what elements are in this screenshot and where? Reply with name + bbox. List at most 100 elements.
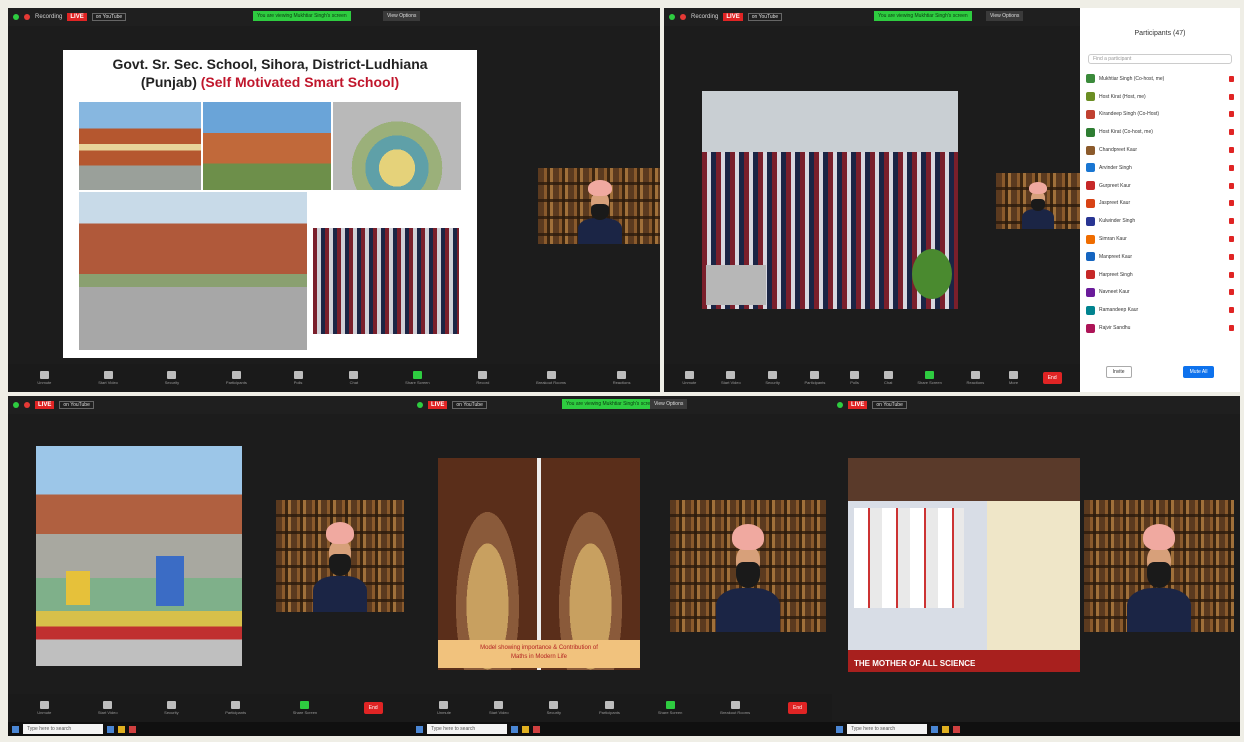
muted-microphone-icon[interactable] [1229, 164, 1234, 171]
participant-row[interactable]: Manpreet Kaur [1080, 248, 1240, 266]
participant-row[interactable]: Kirandeep Singh (Co-Host) [1080, 106, 1240, 124]
participant-row[interactable]: Host Kirat (Co-host, me) [1080, 123, 1240, 141]
reactions-button[interactable]: Reactions [613, 371, 630, 385]
participant-row[interactable]: Ramandeep Kaur [1080, 301, 1240, 319]
taskbar-app-icon[interactable] [533, 725, 540, 733]
chat-button[interactable]: Chat [883, 371, 893, 385]
view-options-button[interactable]: View Options [383, 11, 421, 21]
youtube-badge[interactable]: on YouTube [452, 401, 487, 409]
taskbar-app-icon[interactable] [107, 725, 114, 733]
participants-button[interactable]: Participants [599, 701, 620, 715]
live-badge[interactable]: LIVE [848, 401, 868, 409]
start-video-button[interactable]: Start Video [98, 701, 118, 715]
live-badge[interactable]: LIVE [723, 13, 743, 21]
folder-icon[interactable] [942, 725, 949, 733]
folder-icon[interactable] [118, 725, 125, 733]
taskbar-search-input[interactable]: Type here to search [847, 724, 927, 734]
muted-microphone-icon[interactable] [1229, 111, 1234, 118]
taskbar-search-input[interactable]: Type here to search [427, 724, 507, 734]
avatar [1086, 198, 1095, 208]
breakout-rooms-button[interactable]: Breakout Rooms [720, 701, 750, 715]
start-video-button[interactable]: Start Video [98, 371, 118, 385]
muted-microphone-icon[interactable] [1229, 325, 1234, 332]
participant-row[interactable]: Harpreet Singh [1080, 266, 1240, 284]
end-meeting-button[interactable]: End [788, 702, 807, 714]
share-screen-button[interactable]: Share Screen [917, 371, 942, 385]
share-screen-button[interactable]: Share Screen [658, 701, 682, 715]
youtube-badge[interactable]: on YouTube [91, 13, 127, 21]
mute-all-button[interactable]: Mute All [1182, 366, 1215, 378]
youtube-badge[interactable]: on YouTube [747, 13, 783, 21]
taskbar-app-icon[interactable] [953, 725, 960, 733]
muted-microphone-icon[interactable] [1229, 218, 1234, 225]
participant-row[interactable]: Gurpreet Kaur [1080, 177, 1240, 195]
reactions-button[interactable]: Reactions [966, 371, 984, 385]
live-badge[interactable]: LIVE [428, 401, 448, 409]
muted-microphone-icon[interactable] [1229, 253, 1234, 260]
shield-icon [166, 701, 176, 709]
participants-button[interactable]: Participants [804, 371, 825, 385]
participant-row[interactable]: Navneet Kaur [1080, 284, 1240, 302]
record-button[interactable]: Record [476, 371, 489, 385]
live-badge[interactable]: LIVE [67, 13, 87, 21]
participant-row[interactable]: Mukhtiar Singh (Co-host, me) [1080, 70, 1240, 88]
chat-button[interactable]: Chat [349, 371, 359, 385]
muted-microphone-icon[interactable] [1229, 93, 1234, 100]
muted-microphone-icon[interactable] [1229, 129, 1234, 136]
unmute-button[interactable]: Unmute [682, 371, 696, 385]
participant-row[interactable]: Jaspreet Kaur [1080, 195, 1240, 213]
participant-row[interactable]: Simran Kaur [1080, 230, 1240, 248]
youtube-badge[interactable]: on YouTube [59, 401, 94, 409]
security-button[interactable]: Security [165, 371, 179, 385]
participants-button[interactable]: Participants [225, 701, 246, 715]
muted-microphone-icon[interactable] [1229, 75, 1234, 82]
taskbar-app-icon[interactable] [129, 725, 136, 733]
caption-line2: Maths in Modern Life [510, 654, 568, 660]
muted-microphone-icon[interactable] [1229, 289, 1234, 296]
folder-icon[interactable] [522, 725, 529, 733]
muted-microphone-icon[interactable] [1229, 147, 1234, 154]
participants-button[interactable]: Participants [226, 371, 247, 385]
participant-row[interactable]: Host Kirat (Host, me) [1080, 88, 1240, 106]
windows-start-icon[interactable] [416, 725, 423, 733]
taskbar-app-icon[interactable] [511, 725, 518, 733]
unmute-button[interactable]: Unmute [37, 371, 51, 385]
muted-microphone-icon[interactable] [1229, 236, 1234, 243]
share-screen-button[interactable]: Share Screen [293, 701, 317, 715]
youtube-badge[interactable]: on YouTube [872, 401, 907, 409]
unmute-button[interactable]: Unmute [437, 701, 451, 715]
start-video-button[interactable]: Start Video [721, 371, 741, 385]
share-screen-button[interactable]: Share Screen [405, 371, 430, 385]
polls-button[interactable]: Polls [850, 371, 860, 385]
live-badge[interactable]: LIVE [35, 401, 55, 409]
view-options-button[interactable]: View Options [650, 399, 688, 409]
start-video-button[interactable]: Start Video [489, 701, 509, 715]
participant-name: Arvinder Singh [1099, 164, 1132, 171]
invite-button[interactable]: Invite [1105, 366, 1132, 378]
breakout-rooms-button[interactable]: Breakout Rooms [536, 371, 566, 385]
polls-button[interactable]: Polls [293, 371, 303, 385]
view-options-button[interactable]: View Options [986, 11, 1024, 21]
muted-microphone-icon[interactable] [1229, 307, 1234, 314]
unmute-button[interactable]: Unmute [37, 701, 51, 715]
windows-start-icon[interactable] [12, 725, 19, 733]
participant-row[interactable]: Arvinder Singh [1080, 159, 1240, 177]
security-button[interactable]: Security [765, 371, 780, 385]
participant-row[interactable]: Kulwinder Singh [1080, 212, 1240, 230]
participant-search-input[interactable]: Find a participant [1088, 54, 1232, 64]
end-meeting-button[interactable]: End [363, 702, 383, 714]
end-meeting-button[interactable]: End [1042, 372, 1062, 384]
participant-row[interactable]: Chandpreet Kaur [1080, 141, 1240, 159]
muted-microphone-icon[interactable] [1229, 200, 1234, 207]
muted-microphone-icon[interactable] [1229, 271, 1234, 278]
windows-start-icon[interactable] [836, 725, 843, 733]
taskbar-app-icon[interactable] [931, 725, 938, 733]
muted-microphone-icon[interactable] [1229, 182, 1234, 189]
security-button[interactable]: Security [164, 701, 179, 715]
participant-row[interactable]: Rajvir Sandhu [1080, 319, 1240, 337]
security-button[interactable]: Security [547, 701, 561, 715]
slide-subtitle: (Self Motivated Smart School) [200, 74, 400, 90]
taskbar-search-input[interactable]: Type here to search [23, 724, 103, 734]
more-button[interactable]: More [1009, 371, 1018, 385]
screen-share-banner: You are viewing Mukhtiar Singh's screen [253, 11, 351, 21]
